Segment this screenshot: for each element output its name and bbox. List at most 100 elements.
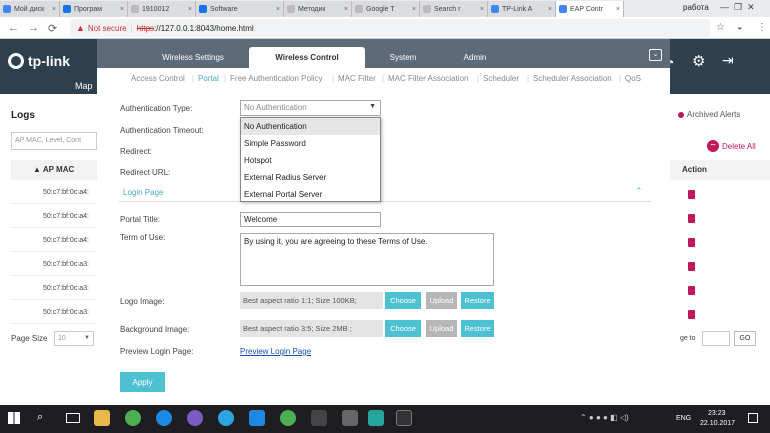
viber-icon[interactable] bbox=[187, 410, 203, 426]
goto-label: ge to bbox=[680, 335, 696, 342]
goto-page-input[interactable] bbox=[702, 331, 730, 346]
collapse-up-icon[interactable]: ⌃ bbox=[635, 186, 643, 197]
close-tab-icon[interactable]: × bbox=[478, 6, 484, 13]
window-controls[interactable]: — ❐ ✕ bbox=[720, 2, 755, 13]
page-icon bbox=[355, 5, 363, 13]
logout-icon[interactable]: ⇥ bbox=[722, 52, 734, 69]
star-icon[interactable]: ☆ bbox=[716, 22, 725, 33]
terms-textarea[interactable]: By using it, you are agreeing to these T… bbox=[240, 233, 494, 286]
close-tab-icon[interactable]: × bbox=[118, 6, 124, 13]
close-tab-icon[interactable]: × bbox=[186, 6, 192, 13]
tab-system[interactable]: System bbox=[375, 47, 431, 68]
tab-admin[interactable]: Admin bbox=[447, 47, 503, 68]
close-tab-icon[interactable]: × bbox=[50, 6, 56, 13]
logs-search-input[interactable]: AP MAC, Level, Cont bbox=[11, 132, 97, 150]
tool-icon[interactable] bbox=[368, 410, 384, 426]
menu-icon[interactable]: ⋮ bbox=[757, 22, 767, 33]
close-tab-icon[interactable]: × bbox=[614, 6, 620, 13]
trash-icon[interactable] bbox=[688, 190, 695, 199]
browser-tab[interactable]: Search r × bbox=[420, 1, 488, 17]
mail-icon[interactable] bbox=[396, 410, 412, 426]
trash-icon[interactable] bbox=[688, 238, 695, 247]
divider: | bbox=[477, 74, 480, 83]
divider: | bbox=[130, 23, 133, 33]
start-icon[interactable] bbox=[8, 412, 20, 424]
close-tab-icon[interactable]: × bbox=[546, 6, 552, 13]
logo-upload-button[interactable]: Upload bbox=[426, 292, 457, 309]
option-no-authentication[interactable]: No Authentication bbox=[241, 118, 380, 135]
profile-name[interactable]: работа bbox=[683, 3, 709, 12]
trash-icon[interactable] bbox=[688, 214, 695, 223]
archived-alerts-link[interactable]: Archived Alerts bbox=[687, 110, 740, 119]
close-tab-icon[interactable]: × bbox=[342, 6, 348, 13]
option-external-portal[interactable]: External Portal Server bbox=[241, 186, 380, 203]
auth-type-select[interactable]: No Authentication ▼ bbox=[240, 100, 381, 116]
delete-all-button[interactable]: Delete All bbox=[722, 142, 756, 151]
chrome-active-icon[interactable] bbox=[280, 410, 296, 426]
option-hotspot[interactable]: Hotspot bbox=[241, 152, 380, 169]
back-icon[interactable]: ← bbox=[8, 22, 19, 34]
subtab-access-control[interactable]: Access Control bbox=[131, 74, 185, 83]
language-indicator[interactable]: ENG bbox=[676, 415, 691, 422]
skype-icon[interactable] bbox=[156, 410, 172, 426]
browser-tab[interactable]: 1910012 × bbox=[128, 1, 196, 17]
notifications-icon[interactable] bbox=[748, 413, 758, 423]
tray-icons[interactable]: ⌃ ● ● ● ◧ ◁) bbox=[580, 413, 629, 422]
go-button[interactable]: GO bbox=[734, 331, 756, 346]
subtab-scheduler[interactable]: Scheduler bbox=[483, 74, 519, 83]
url-field[interactable]: ▲ Not secure | https ://127.0.0.1:8043/h… bbox=[70, 19, 710, 37]
subtab-mac-filter[interactable]: MAC Filter bbox=[338, 74, 376, 83]
login-page-section-header[interactable]: Login Page ⌃ bbox=[119, 183, 651, 202]
chrome-icon[interactable] bbox=[125, 410, 141, 426]
page-size-select[interactable]: 10 ▼ bbox=[54, 331, 94, 346]
task-view-icon[interactable] bbox=[66, 413, 80, 423]
app-window-icon[interactable] bbox=[342, 410, 358, 426]
collapse-icon[interactable]: ⌄ bbox=[649, 49, 662, 61]
subtab-portal[interactable]: Portal bbox=[198, 74, 219, 83]
portal-title-input[interactable]: Welcome bbox=[240, 212, 381, 227]
trash-icon[interactable] bbox=[688, 262, 695, 271]
terminal-icon[interactable] bbox=[311, 410, 327, 426]
close-tab-icon[interactable]: × bbox=[410, 6, 416, 13]
background-choose-button[interactable]: Choose bbox=[385, 320, 421, 337]
pocket-icon[interactable]: ◒ bbox=[737, 22, 742, 32]
subtab-qos[interactable]: QoS bbox=[625, 74, 641, 83]
search-icon[interactable]: ⌕ bbox=[37, 411, 43, 424]
column-ap-mac[interactable]: ▲ AP MAC bbox=[11, 160, 97, 180]
browser-tab[interactable]: Методик × bbox=[284, 1, 352, 17]
browser-tab[interactable]: Google T × bbox=[352, 1, 420, 17]
logo-restore-button[interactable]: Restore bbox=[461, 292, 494, 309]
nav-map[interactable]: Map bbox=[75, 81, 93, 91]
trash-icon[interactable] bbox=[688, 286, 695, 295]
logo-choose-button[interactable]: Choose bbox=[385, 292, 421, 309]
clock-time[interactable]: 23:23 bbox=[708, 410, 726, 417]
option-external-radius[interactable]: External Radius Server bbox=[241, 169, 380, 186]
subtab-mac-filter-association[interactable]: MAC Filter Association bbox=[388, 74, 468, 83]
edge-icon[interactable] bbox=[249, 410, 265, 426]
subtab-free-auth-policy[interactable]: Free Authentication Policy bbox=[230, 74, 323, 83]
tab-wireless-settings[interactable]: Wireless Settings bbox=[147, 47, 239, 68]
reload-icon[interactable]: ⟳ bbox=[48, 22, 57, 35]
tab-wireless-control[interactable]: Wireless Control bbox=[249, 47, 365, 68]
preview-login-link[interactable]: Preview Login Page bbox=[240, 347, 311, 356]
apply-button[interactable]: Apply bbox=[120, 372, 165, 392]
forward-icon[interactable]: → bbox=[28, 22, 39, 34]
warning-icon: ▲ bbox=[76, 23, 85, 33]
clock-date[interactable]: 22.10.2017 bbox=[700, 420, 735, 427]
gear-icon[interactable]: ⚙ bbox=[692, 52, 705, 70]
trash-icon[interactable] bbox=[688, 310, 695, 319]
background-restore-button[interactable]: Restore bbox=[461, 320, 494, 337]
browser-tab[interactable]: Software × bbox=[196, 1, 284, 17]
minus-icon[interactable]: − bbox=[707, 140, 719, 152]
browser-tab[interactable]: Програм × bbox=[60, 1, 128, 17]
redirect-label: Redirect: bbox=[120, 147, 153, 156]
explorer-icon[interactable] bbox=[94, 410, 110, 426]
browser-tab[interactable]: Мой диск × bbox=[0, 1, 60, 17]
background-upload-button[interactable]: Upload bbox=[426, 320, 457, 337]
browser-tab-active[interactable]: EAP Contr × bbox=[556, 1, 624, 17]
close-tab-icon[interactable]: × bbox=[274, 6, 280, 13]
browser-tab[interactable]: TP-Link A × bbox=[488, 1, 556, 17]
telegram-icon[interactable] bbox=[218, 410, 234, 426]
option-simple-password[interactable]: Simple Password bbox=[241, 135, 380, 152]
subtab-scheduler-association[interactable]: Scheduler Association bbox=[533, 74, 612, 83]
